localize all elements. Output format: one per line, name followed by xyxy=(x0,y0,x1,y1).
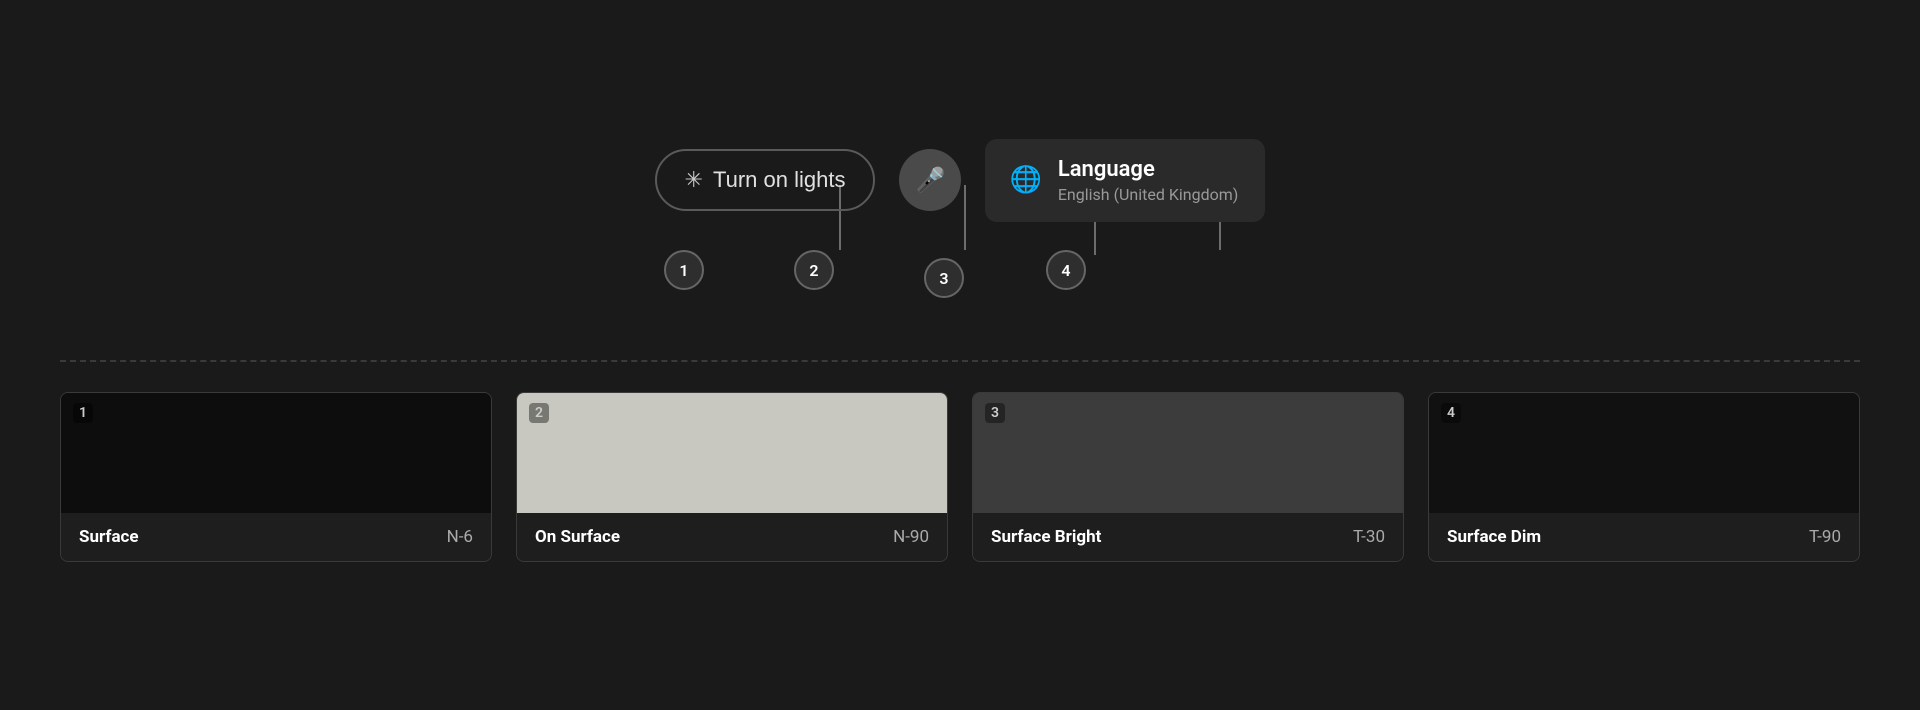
annotation-4: 4 xyxy=(1046,250,1086,290)
color-label-1: Surface N-6 xyxy=(61,513,491,561)
color-card-3: 3 Surface Bright T-30 xyxy=(972,392,1404,562)
top-elements: ✳ Turn on lights 🎤 🌐 Language English (U… xyxy=(655,139,1266,222)
language-card: 🌐 Language English (United Kingdom) xyxy=(985,139,1265,222)
language-title: Language xyxy=(1058,157,1239,182)
color-label-4: Surface Dim T-90 xyxy=(1429,513,1859,561)
language-text: Language English (United Kingdom) xyxy=(1058,157,1239,204)
top-section: ✳ Turn on lights 🎤 🌐 Language English (U… xyxy=(0,0,1920,360)
color-label-3: Surface Bright T-30 xyxy=(973,513,1403,561)
color-card-1: 1 Surface N-6 xyxy=(60,392,492,562)
color-code-3: T-30 xyxy=(1353,527,1385,547)
card-number-3: 3 xyxy=(985,403,1005,423)
color-code-1: N-6 xyxy=(447,527,473,547)
bottom-section: 1 Surface N-6 2 On Surface N-90 3 Surfac… xyxy=(0,362,1920,562)
annotation-1: 1 xyxy=(664,250,704,290)
color-swatch-2 xyxy=(517,393,947,513)
color-code-2: N-90 xyxy=(893,527,929,547)
globe-icon: 🌐 xyxy=(1009,165,1041,195)
color-card-2: 2 On Surface N-90 xyxy=(516,392,948,562)
color-name-3: Surface Bright xyxy=(991,527,1101,547)
card-number-1: 1 xyxy=(73,403,93,423)
color-name-2: On Surface xyxy=(535,527,620,547)
color-name-4: Surface Dim xyxy=(1447,527,1541,547)
annotation-2: 2 xyxy=(794,250,834,290)
card-number-4: 4 xyxy=(1441,403,1461,423)
card-number-2: 2 xyxy=(529,403,549,423)
annotation-3: 3 xyxy=(924,258,964,298)
mic-button[interactable]: 🎤 xyxy=(899,149,961,211)
turn-on-lights-button[interactable]: ✳ Turn on lights xyxy=(655,149,876,211)
color-name-1: Surface xyxy=(79,527,139,547)
lights-button-label: Turn on lights xyxy=(713,167,845,193)
color-swatch-1 xyxy=(61,393,491,513)
color-label-2: On Surface N-90 xyxy=(517,513,947,561)
mic-icon: 🎤 xyxy=(916,166,946,195)
language-subtitle: English (United Kingdom) xyxy=(1058,185,1239,204)
sun-icon: ✳ xyxy=(685,167,703,193)
color-code-4: T-90 xyxy=(1809,527,1841,547)
color-card-4: 4 Surface Dim T-90 xyxy=(1428,392,1860,562)
color-swatch-3 xyxy=(973,393,1403,513)
color-swatch-4 xyxy=(1429,393,1859,513)
